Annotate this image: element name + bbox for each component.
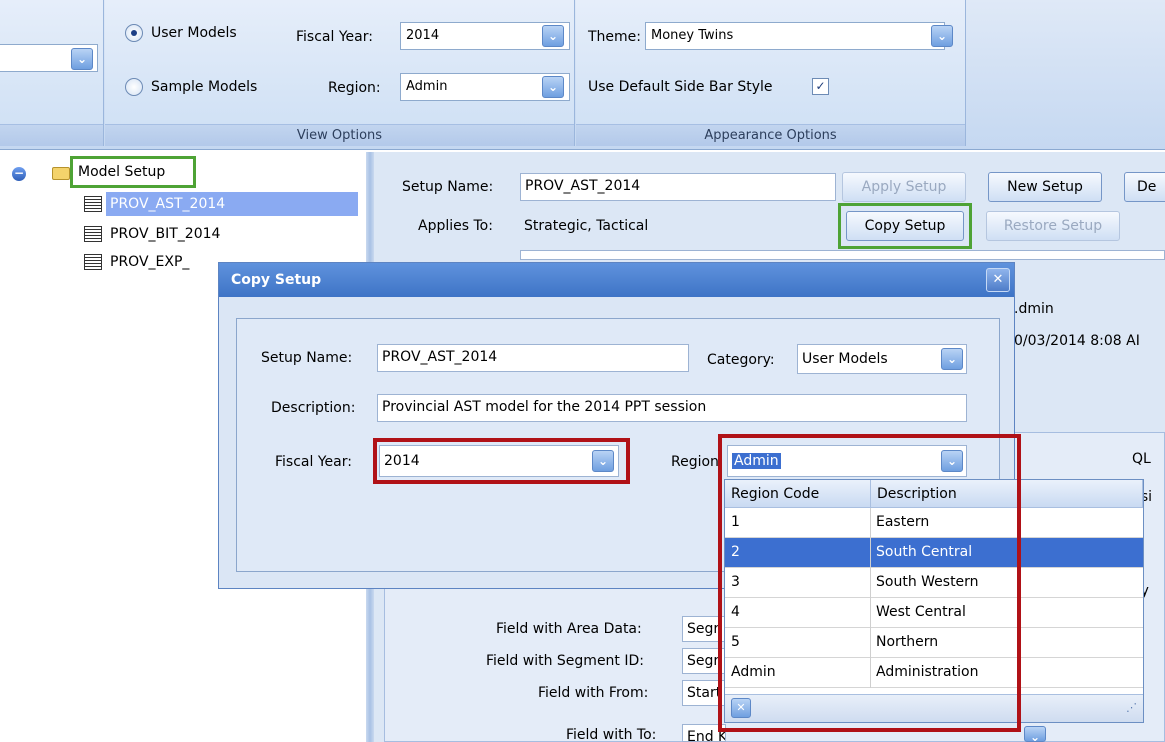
chevron-down-icon[interactable]: ⌄ [542, 25, 564, 47]
folder-icon [52, 167, 70, 180]
close-icon[interactable]: ✕ [986, 268, 1010, 292]
theme-label: Theme: [588, 29, 642, 45]
dlg-fiscal-year-label: Fiscal Year: [275, 454, 352, 470]
new-setup-button[interactable]: New Setup [988, 172, 1102, 202]
document-icon [84, 254, 102, 270]
tree-item-prov-ast[interactable]: PROV_AST_2014 [106, 192, 358, 216]
fiscal-year-label: Fiscal Year: [296, 29, 373, 45]
field-segment-id-label: Field with Segment ID: [486, 653, 644, 669]
sample-models-radio[interactable] [125, 78, 143, 96]
chevron-down-icon[interactable]: ⌄ [941, 348, 963, 370]
green-highlight-copy-setup [838, 203, 972, 249]
collapse-icon[interactable]: − [12, 167, 26, 181]
ribbon: ⌄ User Models Sample Models Fiscal Year:… [0, 0, 1165, 150]
view-options-group: User Models Sample Models Fiscal Year: 2… [105, 0, 575, 146]
apply-setup-button[interactable]: Apply Setup [842, 172, 966, 202]
restore-setup-button[interactable]: Restore Setup [986, 211, 1120, 241]
region-label: Region: [328, 80, 381, 96]
field-from-label: Field with From: [538, 685, 649, 701]
red-highlight-fiscal-year [373, 438, 630, 484]
appearance-options-label: Appearance Options [576, 124, 965, 146]
tree-item-prov-bit[interactable]: PROV_BIT_2014 [106, 222, 224, 246]
ribbon-group-left: ⌄ [0, 0, 104, 146]
side-text-ql: QL [1132, 451, 1151, 467]
theme-combo[interactable]: Money Twins [645, 22, 945, 50]
red-highlight-region [718, 434, 1021, 732]
view-options-label: View Options [105, 124, 574, 146]
chevron-down-icon[interactable]: ⌄ [71, 48, 93, 70]
dlg-description-field[interactable]: Provincial AST model for the 2014 PPT se… [377, 394, 967, 422]
appearance-options-group: Theme: Money Twins ⌄ Use Default Side Ba… [576, 0, 966, 146]
dlg-region-label: Region: [671, 454, 724, 470]
chevron-down-icon[interactable]: ⌄ [931, 25, 953, 47]
dlg-description-label: Description: [271, 400, 356, 416]
dlg-setup-name-label: Setup Name: [261, 350, 353, 366]
dlg-setup-name-field[interactable]: PROV_AST_2014 [377, 344, 689, 372]
chevron-down-icon[interactable]: ⌄ [542, 76, 564, 98]
field-area-data-label: Field with Area Data: [496, 621, 642, 637]
resize-grip-icon[interactable]: ⋰ [1126, 701, 1137, 714]
dialog-title: Copy Setup [219, 263, 1014, 297]
green-highlight-model-setup [70, 156, 196, 188]
setup-name-field[interactable]: PROV_AST_2014 [520, 173, 836, 201]
field-to-label: Field with To: [566, 727, 657, 742]
sample-models-label: Sample Models [151, 79, 258, 95]
description-field-partial[interactable] [520, 250, 1165, 260]
dlg-category-label: Category: [707, 352, 775, 368]
modified-date-value: 0/03/2014 8:08 AI [1014, 333, 1140, 349]
applies-to-label: Applies To: [418, 218, 493, 234]
chevron-down-icon[interactable]: ⌄ [1024, 726, 1046, 742]
user-models-label: User Models [151, 25, 237, 41]
default-side-bar-checkbox[interactable]: ✓ [812, 78, 829, 95]
applies-to-value: Strategic, Tactical [524, 218, 649, 234]
document-icon [84, 226, 102, 242]
setup-name-label: Setup Name: [402, 179, 494, 195]
modified-by-value: .dmin [1014, 301, 1054, 317]
ribbon-group-label [0, 124, 103, 146]
default-side-bar-label: Use Default Side Bar Style [588, 79, 773, 95]
user-models-radio[interactable] [125, 24, 143, 42]
document-icon [84, 196, 102, 212]
tree-item-prov-exp[interactable]: PROV_EXP_ [106, 250, 193, 274]
delete-setup-button[interactable]: De [1124, 172, 1165, 202]
